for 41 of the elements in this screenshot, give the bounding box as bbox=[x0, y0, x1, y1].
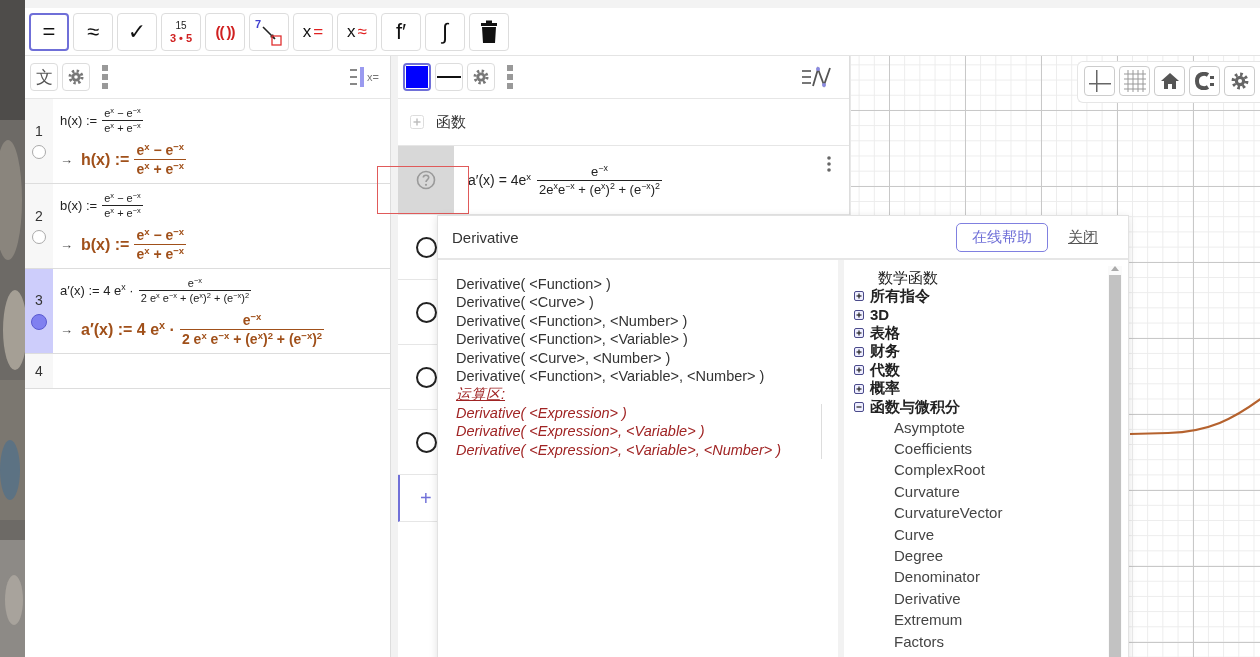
numerator: e$^{x}$ − e$^{−x}$ bbox=[102, 107, 143, 121]
row-number: 3 bbox=[35, 292, 43, 308]
syntax-line: Derivative( <Function>, <Number> ) bbox=[456, 311, 689, 331]
row-number: 2 bbox=[35, 208, 43, 224]
result-arrow: → bbox=[60, 152, 73, 167]
row-number: 4 bbox=[35, 363, 43, 379]
denominator: 2e$^{x}$e$^{−x}$ + (e$^{x}$)$^{2}$ + (e$^{−x}$)$^{2}$ bbox=[538, 180, 661, 197]
numerator: e$^{−x}$ bbox=[179, 312, 325, 330]
numerator: e$^{−x}$ bbox=[537, 163, 662, 181]
denominator: 2 e$^{x}$ e$^{−x}$ + (e$^{x}$)$^{2}$ + (e$^{−x}$)$^{2}$ bbox=[139, 291, 251, 304]
syntax-line: Derivative( <Function>, <Variable> ) bbox=[456, 330, 689, 349]
row-number: 1 bbox=[35, 123, 43, 139]
formula-text: a′(x) := 4 e$^{x}$ · bbox=[60, 283, 134, 298]
denominator: e$^{x}$ + e$^{−x}$ bbox=[103, 206, 142, 219]
formula-text: a′(x) = 4e$^{x}$ bbox=[468, 172, 532, 188]
popup-title: Derivative bbox=[452, 228, 519, 246]
tree-title: 数学函数 bbox=[878, 268, 938, 287]
result-arrow: → bbox=[60, 322, 73, 337]
syntax-line: Derivative( <Expression>, <Variable>, <Number> ) bbox=[456, 440, 822, 460]
syntax-line: Derivative( <Curve> ) bbox=[456, 293, 595, 312]
denominator: e$^{x}$ + e$^{−x}$ bbox=[135, 160, 186, 177]
numerator: e$^{x}$ − e$^{−x}$ bbox=[102, 192, 143, 206]
result-text: b(x) := bbox=[81, 235, 130, 254]
denominator: 2 e$^{x}$ e$^{−x}$ + (e$^{x}$)$^{2}$ + (e$^{−x}$)$^{2}$ bbox=[180, 330, 324, 347]
syntax-line: Derivative( <Expression> ) bbox=[456, 403, 822, 423]
result-arrow: → bbox=[60, 237, 73, 252]
syntax-line: Derivative( <Function> ) bbox=[456, 275, 612, 294]
denominator: e$^{x}$ + e$^{−x}$ bbox=[103, 121, 142, 134]
numerator: e$^{x}$ − e$^{−x}$ bbox=[134, 227, 187, 245]
denominator: e$^{x}$ + e$^{−x}$ bbox=[135, 245, 186, 262]
syntax-line: Derivative( <Expression>, <Variable> ) bbox=[456, 422, 822, 441]
section-heading: 运算区: bbox=[456, 385, 507, 404]
result-text: a′(x) := 4 e$^{x}$ · bbox=[81, 320, 175, 339]
numerator: e$^{x}$ − e$^{−x}$ bbox=[134, 142, 187, 160]
syntax-line: Derivative( <Function>, <Variable>, <Number> ) bbox=[456, 367, 766, 386]
result-text: h(x) := bbox=[81, 150, 130, 169]
numerator: e$^{−x}$ bbox=[138, 277, 252, 291]
group-label: 函数 bbox=[436, 112, 466, 132]
syntax-line: Derivative( <Curve>, <Number> ) bbox=[456, 348, 672, 368]
formula-text: b(x) := bbox=[60, 198, 98, 213]
formula-text: h(x) := bbox=[60, 113, 98, 128]
